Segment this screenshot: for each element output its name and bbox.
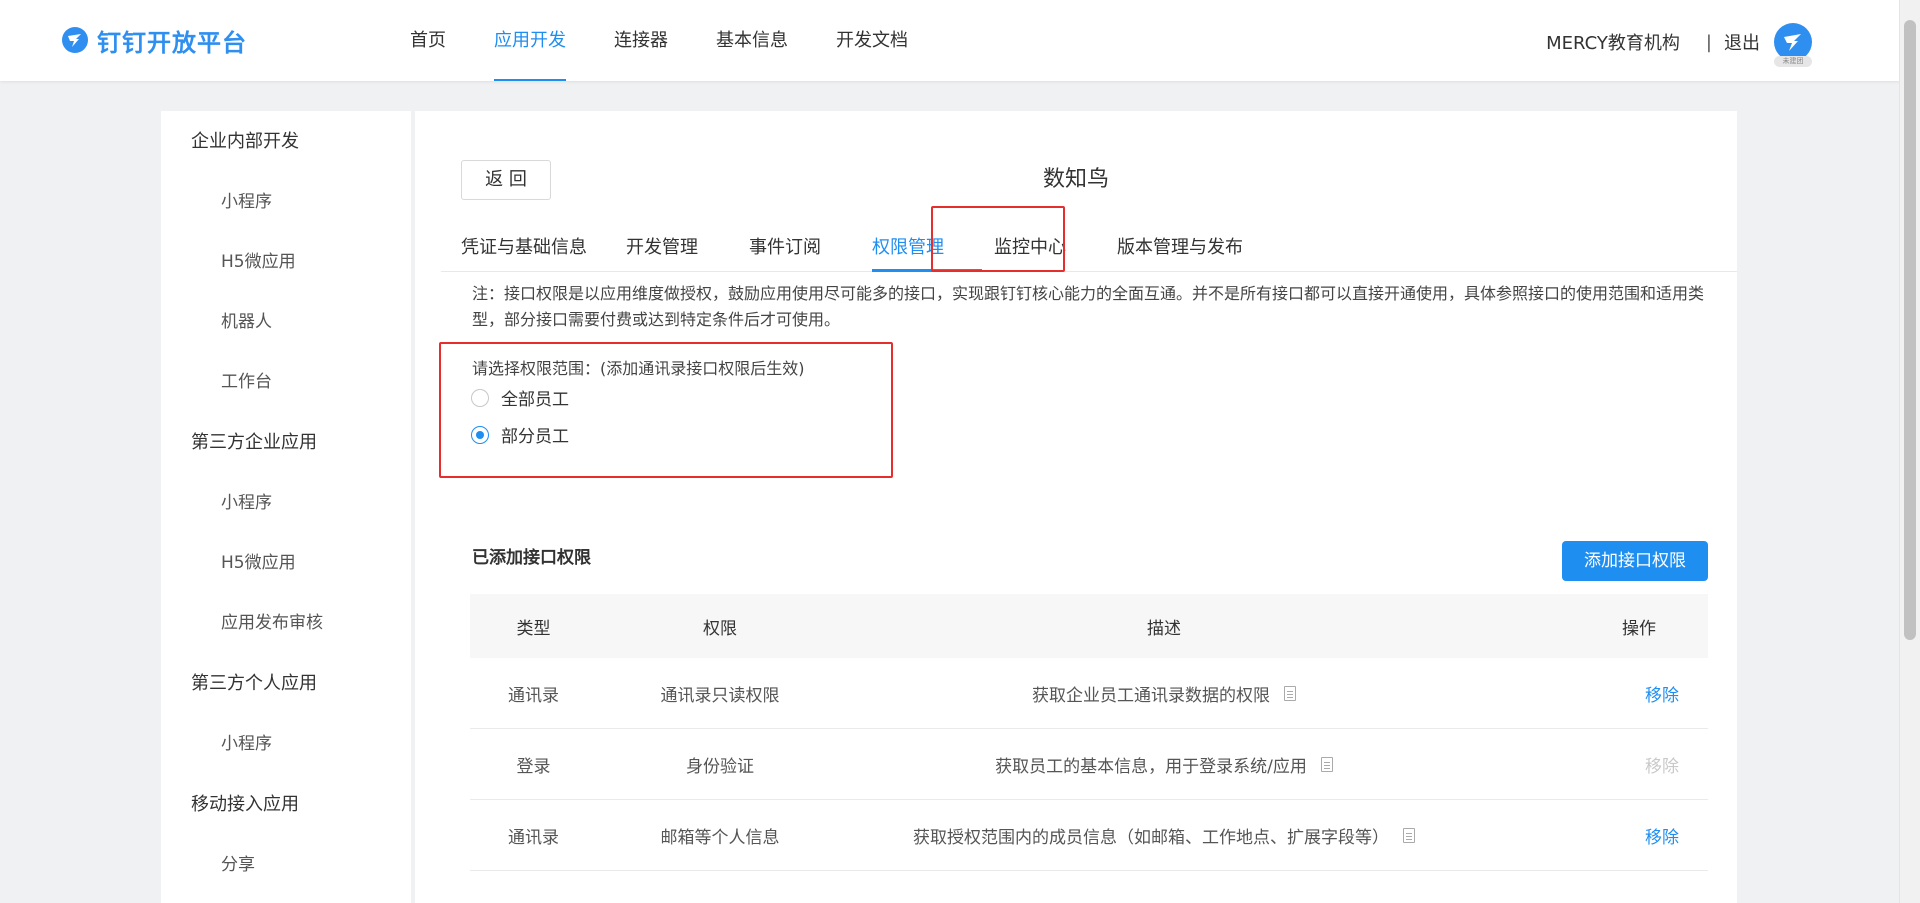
remove-link[interactable]: 移除 <box>1645 828 1679 848</box>
sidebar-group-third-party-enterprise: 第三方企业应用 <box>191 432 317 453</box>
header-operation: 操作 <box>1622 618 1656 639</box>
permissions-table: 类型 权限 描述 操作 通讯录 通讯录只读权限 获取企业员工通讯录数据的权限 移… <box>470 594 1708 871</box>
org-name: MERCY教育机构 <box>1546 33 1680 54</box>
header-permission: 权限 <box>703 618 737 639</box>
highlight-box-tab <box>931 206 1065 272</box>
table-header: 类型 权限 描述 操作 <box>470 594 1708 658</box>
sidebar-item-enterprise-miniprogram[interactable]: 小程序 <box>161 473 411 533</box>
nav-dev-docs[interactable]: 开发文档 <box>836 0 908 81</box>
added-permissions-title: 已添加接口权限 <box>472 548 591 568</box>
user-area: MERCY教育机构 | 退出 未建团 <box>1546 22 1812 67</box>
nav-app-development[interactable]: 应用开发 <box>494 0 566 81</box>
row-type: 通讯录 <box>508 827 559 848</box>
remove-link[interactable]: 移除 <box>1645 686 1679 706</box>
add-permission-button[interactable]: 添加接口权限 <box>1562 541 1708 581</box>
row-operation: 移除 <box>1485 823 1708 848</box>
row-description: 获取企业员工通讯录数据的权限 <box>843 681 1485 706</box>
header-description-label: 描述 <box>1147 618 1181 639</box>
row-description: 获取授权范围内的成员信息（如邮箱、工作地点、扩展字段等） <box>843 823 1485 848</box>
main-panel: 返 回 数知鸟 凭证与基础信息 开发管理 事件订阅 权限管理 监控中心 版本管理… <box>415 111 1737 903</box>
radio-all-employees[interactable]: 全部员工 <box>471 385 569 410</box>
app-title: 数知鸟 <box>1042 167 1109 192</box>
nav-home[interactable]: 首页 <box>410 0 446 81</box>
row-type: 登录 <box>516 756 551 777</box>
row-description-text: 获取授权范围内的成员信息（如邮箱、工作地点、扩展字段等） <box>913 827 1389 848</box>
sidebar-item-enterprise-review[interactable]: 应用发布审核 <box>161 593 411 653</box>
row-permission: 通讯录只读权限 <box>660 685 780 706</box>
row-operation: 移除 <box>1485 681 1708 706</box>
avatar-badge: 未建团 <box>1774 56 1812 67</box>
radio-some-employees[interactable]: 部分员工 <box>471 422 569 447</box>
scope-label: 请选择权限范围：(添加通讯录接口权限后生效) <box>472 359 805 378</box>
main-nav: 首页 应用开发 连接器 基本信息 开发文档 <box>410 0 956 81</box>
tab-version-release[interactable]: 版本管理与发布 <box>1117 233 1243 259</box>
tab-dev-management[interactable]: 开发管理 <box>626 233 698 259</box>
radio-some-employees-label: 部分员工 <box>501 427 569 447</box>
table-row: 通讯录 通讯录只读权限 获取企业员工通讯录数据的权限 移除 <box>470 658 1708 729</box>
logout-link[interactable]: 退出 <box>1724 29 1760 55</box>
sidebar-group-mobile: 移动接入应用 <box>191 794 299 815</box>
permission-note: 注：接口权限是以应用维度做授权，鼓励应用使用尽可能多的接口，实现跟钉钉核心能力的… <box>472 284 1705 329</box>
scrollbar-thumb[interactable] <box>1904 20 1916 640</box>
sidebar-item-mobile-share[interactable]: 分享 <box>161 835 411 895</box>
document-icon[interactable] <box>1284 685 1296 701</box>
tab-credentials[interactable]: 凭证与基础信息 <box>461 233 587 259</box>
sidebar-item-enterprise-h5[interactable]: H5微应用 <box>161 533 411 593</box>
separator: | <box>1705 31 1712 53</box>
remove-link-disabled: 移除 <box>1645 756 1679 777</box>
sidebar-group-third-party-personal: 第三方个人应用 <box>191 673 317 694</box>
row-type: 通讯录 <box>508 685 559 706</box>
logo-text: 钉钉开放平台 <box>97 28 247 57</box>
sidebar-item-internal-miniprogram[interactable]: 小程序 <box>161 172 411 232</box>
header-type: 类型 <box>516 618 551 639</box>
radio-all-employees-label: 全部员工 <box>501 390 569 410</box>
table-row: 通讯录 邮箱等个人信息 获取授权范围内的成员信息（如邮箱、工作地点、扩展字段等）… <box>470 800 1708 871</box>
sidebar-item-internal-h5[interactable]: H5微应用 <box>161 232 411 292</box>
table-row: 登录 身份验证 获取员工的基本信息，用于登录系统/应用 移除 <box>470 729 1708 800</box>
tab-event-subscription[interactable]: 事件订阅 <box>749 233 821 259</box>
nav-connector[interactable]: 连接器 <box>614 0 668 81</box>
row-permission: 身份验证 <box>686 756 754 777</box>
radio-circle-checked[interactable] <box>471 425 489 444</box>
sidebar-item-internal-workbench[interactable]: 工作台 <box>161 352 411 412</box>
sidebar: 企业内部开发 小程序 H5微应用 机器人 工作台 第三方企业应用 小程序 H5微… <box>161 111 411 903</box>
top-navigation-bar: 钉钉开放平台 首页 应用开发 连接器 基本信息 开发文档 MERCY教育机构 |… <box>0 0 1900 81</box>
row-description: 获取员工的基本信息，用于登录系统/应用 <box>843 752 1485 777</box>
nav-basic-info[interactable]: 基本信息 <box>716 0 788 81</box>
row-operation: 移除 <box>1485 752 1708 777</box>
header-description: 描述 <box>843 614 1485 639</box>
sidebar-item-internal-robot[interactable]: 机器人 <box>161 292 411 352</box>
tab-bar: 凭证与基础信息 开发管理 事件订阅 权限管理 监控中心 版本管理与发布 <box>441 215 1737 272</box>
avatar[interactable]: 未建团 <box>1774 23 1812 67</box>
radio-circle-unchecked[interactable] <box>471 388 489 407</box>
dingtalk-logo[interactable]: 钉钉开放平台 <box>61 22 247 58</box>
page-scrollbar[interactable] <box>1899 0 1920 903</box>
document-icon[interactable] <box>1320 756 1333 772</box>
sidebar-group-internal: 企业内部开发 <box>191 131 299 152</box>
sidebar-item-personal-miniprogram[interactable]: 小程序 <box>161 714 411 774</box>
row-permission: 邮箱等个人信息 <box>660 827 780 848</box>
row-description-text: 获取企业员工通讯录数据的权限 <box>1032 685 1270 706</box>
row-description-text: 获取员工的基本信息，用于登录系统/应用 <box>995 756 1307 777</box>
dingtalk-logo-icon <box>62 27 88 53</box>
document-icon[interactable] <box>1403 827 1415 843</box>
